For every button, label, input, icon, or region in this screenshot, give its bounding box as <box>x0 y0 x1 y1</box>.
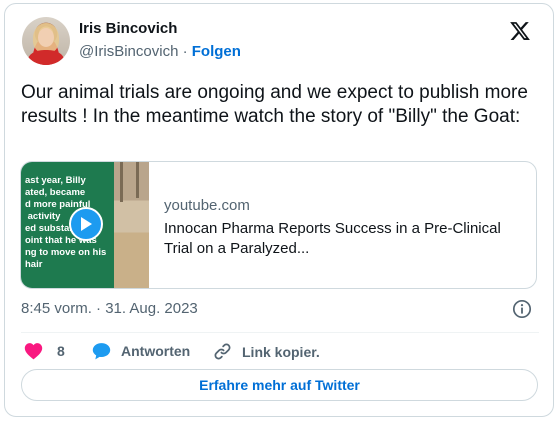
like-count: 8 <box>57 343 65 359</box>
follow-button[interactable]: Folgen <box>192 43 241 60</box>
divider <box>21 332 539 333</box>
reply-label: Antworten <box>121 343 191 359</box>
info-icon[interactable] <box>512 299 532 319</box>
x-logo-icon[interactable] <box>509 20 531 42</box>
reply-button[interactable]: Antworten <box>92 342 190 360</box>
author-name[interactable]: Iris Bincovich <box>79 20 177 37</box>
link-icon <box>214 343 231 360</box>
learn-more-button[interactable]: Erfahre mehr auf Twitter <box>21 369 538 401</box>
link-preview-card[interactable]: ast year, Billy ated, became d more pain… <box>20 161 537 289</box>
play-icon[interactable] <box>69 207 103 241</box>
author-handle[interactable]: @IrisBincovich <box>79 43 178 60</box>
link-title[interactable]: Innocan Pharma Reports Success in a Pre-… <box>164 219 529 259</box>
tweet-embed-card: Iris Bincovich @IrisBincovich · Folgen O… <box>4 3 554 417</box>
tweet-text: Our animal trials are ongoing and we exp… <box>21 82 528 127</box>
handle-separator: · <box>182 43 188 60</box>
video-thumbnail[interactable]: ast year, Billy ated, became d more pain… <box>21 162 149 288</box>
heart-icon <box>24 343 43 360</box>
thumbnail-photo <box>114 162 149 288</box>
speech-bubble-icon <box>92 343 111 360</box>
copy-link-label: Link kopier. <box>242 343 320 360</box>
author-handle-line: @IrisBincovich · Folgen <box>79 43 241 60</box>
copy-link-button[interactable]: Link kopier. <box>213 342 320 361</box>
link-card-meta: youtube.com Innocan Pharma Reports Succe… <box>164 197 529 259</box>
like-button[interactable]: 8 <box>24 342 65 360</box>
tweet-timestamp[interactable]: 8:45 vorm. · 31. Aug. 2023 <box>21 300 198 317</box>
link-domain: youtube.com <box>164 197 250 214</box>
avatar[interactable] <box>22 17 70 65</box>
